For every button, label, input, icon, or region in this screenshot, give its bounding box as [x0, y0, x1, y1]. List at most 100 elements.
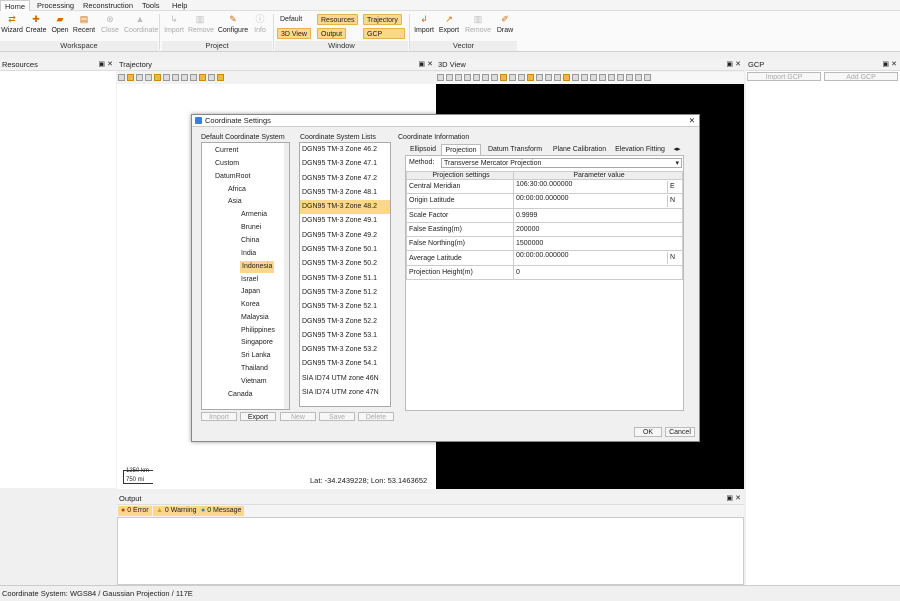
tree-item[interactable]: Vietnam [241, 376, 267, 388]
param-value[interactable]: 1500000 [513, 236, 683, 252]
list-item[interactable]: DGN95 TM-3 Zone 52.2 [300, 315, 390, 329]
save-button[interactable]: Save [319, 412, 355, 421]
tool-icon[interactable] [172, 74, 179, 81]
list-item[interactable]: DGN95 TM-3 Zone 49.1 [300, 214, 390, 228]
tree-item[interactable]: Africa [228, 184, 246, 196]
tree-item[interactable]: Sri Lanka [241, 350, 271, 362]
window-gcp-button[interactable]: GCP [363, 28, 405, 39]
param-value[interactable]: 00:00:00.000000 N [513, 250, 683, 266]
error-filter[interactable]: ● 0 Error [118, 506, 152, 516]
menu-reconstruction[interactable]: Reconstruction [79, 0, 137, 11]
method-select[interactable]: Transverse Mercator Projection ▾ [441, 158, 682, 168]
param-value[interactable]: 106:30:00.000000 E [513, 178, 683, 195]
list-item[interactable]: DGN95 TM-3 Zone 50.2 [300, 257, 390, 271]
tool-icon[interactable] [608, 74, 615, 81]
tree-item-selected[interactable]: Indonesia [240, 261, 275, 273]
dialog-close-icon[interactable]: ✕ [689, 115, 695, 127]
tree-scrollbar[interactable] [284, 143, 289, 409]
tree-item[interactable]: Israel [241, 274, 258, 286]
param-value[interactable]: 0.9999 [513, 207, 683, 223]
add-gcp-button[interactable]: Add GCP [824, 72, 898, 81]
tool-icon[interactable] [217, 74, 224, 81]
tool-icon[interactable] [464, 74, 471, 81]
message-filter[interactable]: ● 0 Message [198, 506, 245, 516]
window-resources-button[interactable]: Resources [317, 14, 359, 25]
menu-help[interactable]: Help [168, 0, 191, 11]
tool-icon[interactable] [145, 74, 152, 81]
tree-item[interactable]: Thailand [241, 363, 268, 375]
tool-icon[interactable] [163, 74, 170, 81]
list-item[interactable]: DGN95 TM-3 Zone 51.1 [300, 272, 390, 286]
tree-item[interactable]: Japan [241, 286, 260, 298]
project-import-button[interactable]: ↳ Import [162, 13, 186, 41]
list-item[interactable]: SIA ID74 UTM zone 47N [300, 386, 390, 400]
create-button[interactable]: ✚ Create [24, 13, 48, 41]
window-trajectory-button[interactable]: Trajectory [363, 14, 402, 25]
tree-item[interactable]: India [241, 248, 256, 260]
hemisphere-select[interactable]: N [667, 252, 682, 265]
tool-icon[interactable] [536, 74, 543, 81]
param-value[interactable]: 00:00:00.000000 N [513, 193, 683, 209]
menu-home[interactable]: Home [0, 0, 31, 11]
pin-icon[interactable]: ▣ [98, 59, 105, 71]
close-icon[interactable]: ✕ [735, 59, 741, 71]
param-value[interactable]: 200000 [513, 221, 683, 238]
tool-icon[interactable] [437, 74, 444, 81]
close-icon[interactable]: ✕ [107, 59, 113, 71]
tool-icon[interactable] [491, 74, 498, 81]
tool-icon[interactable] [482, 74, 489, 81]
project-remove-button[interactable]: ▥ Remove [188, 13, 214, 41]
warning-filter[interactable]: ▲ 0 Warning [153, 506, 200, 516]
vector-export-button[interactable]: ↗ Export [437, 13, 461, 41]
list-item[interactable]: DGN95 TM-3 Zone 49.2 [300, 229, 390, 243]
info-button[interactable]: ⓘ Info [250, 13, 270, 41]
tree-item[interactable]: Current [215, 145, 238, 157]
tree-item[interactable]: Korea [241, 299, 260, 311]
cancel-button[interactable]: Cancel [665, 427, 695, 437]
tree-item[interactable]: DatumRoot [215, 171, 250, 183]
tree-item[interactable]: Philippines [241, 325, 275, 337]
tool-icon[interactable] [181, 74, 188, 81]
tool-icon[interactable] [644, 74, 651, 81]
ok-button[interactable]: OK [634, 427, 662, 437]
recent-button[interactable]: ▤ Recent [72, 13, 96, 41]
coordinate-button[interactable]: ▲ Coordinate [124, 13, 158, 41]
close-icon[interactable]: ✕ [891, 59, 897, 71]
list-item[interactable]: SIA ID74 UTM zone 46N [300, 372, 390, 386]
tool-icon[interactable] [617, 74, 624, 81]
draw-button[interactable]: ✐ Draw [493, 13, 517, 41]
open-button[interactable]: ▰ Open [48, 13, 72, 41]
list-item[interactable]: DGN95 TM-3 Zone 50.1 [300, 243, 390, 257]
tool-icon[interactable] [599, 74, 606, 81]
list-item[interactable]: DGN95 TM-3 Zone 46.2 [300, 143, 390, 157]
tree-item[interactable]: Armenia [241, 209, 267, 221]
tool-icon[interactable] [127, 74, 134, 81]
hemisphere-select[interactable]: N [667, 194, 682, 207]
import-button[interactable]: Import [201, 412, 237, 421]
wizard-button[interactable]: ⇄ Wizard [0, 13, 24, 41]
tool-icon[interactable] [190, 74, 197, 81]
configure-button[interactable]: ✎ Configure [216, 13, 250, 41]
delete-button[interactable]: Delete [358, 412, 394, 421]
close-icon[interactable]: ✕ [427, 59, 433, 71]
list-item[interactable]: DGN95 TM-3 Zone 53.2 [300, 343, 390, 357]
tree-item[interactable]: Canada [228, 389, 253, 401]
new-button[interactable]: New [280, 412, 316, 421]
tree-item[interactable]: Malaysia [241, 312, 269, 324]
tool-icon[interactable] [572, 74, 579, 81]
window-output-button[interactable]: Output [317, 28, 347, 39]
list-item[interactable]: DGN95 TM-3 Zone 47.2 [300, 172, 390, 186]
tool-icon[interactable] [446, 74, 453, 81]
tool-icon[interactable] [590, 74, 597, 81]
list-item[interactable]: DGN95 TM-3 Zone 53.1 [300, 329, 390, 343]
export-button[interactable]: Export [240, 412, 276, 421]
list-item[interactable]: DGN95 TM-3 Zone 54.1 [300, 357, 390, 371]
list-item[interactable]: DGN95 TM-3 Zone 47.1 [300, 157, 390, 171]
tree-item[interactable]: Custom [215, 158, 239, 170]
tree-item[interactable]: China [241, 235, 259, 247]
pin-icon[interactable]: ▣ [418, 59, 425, 71]
menu-tools[interactable]: Tools [138, 0, 164, 11]
tool-icon[interactable] [563, 74, 570, 81]
window-default-button[interactable]: Default [277, 14, 305, 25]
tool-icon[interactable] [473, 74, 480, 81]
